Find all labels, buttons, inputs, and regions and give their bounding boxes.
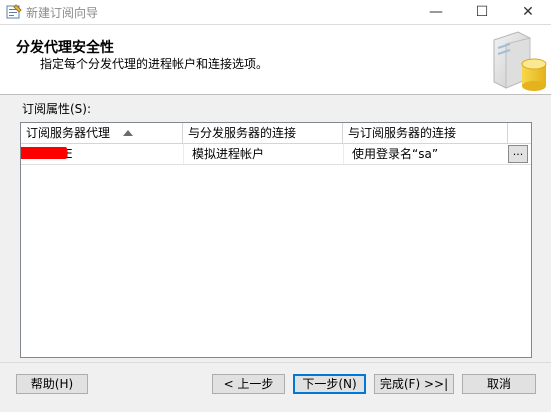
redaction-mark bbox=[21, 147, 67, 159]
title-bar: 新建订阅向导 — ☐ ✕ bbox=[0, 0, 551, 25]
back-button[interactable]: < 上一步 bbox=[212, 374, 285, 394]
cancel-button[interactable]: 取消 bbox=[462, 374, 536, 394]
page-title: 分发代理安全性 bbox=[16, 40, 114, 56]
column-header-subscriber-connection[interactable]: 与订阅服务器的连接 bbox=[343, 123, 508, 143]
subscription-properties-grid[interactable]: 订阅服务器代理 与分发服务器的连接 与订阅服务器的连接 E 模拟进程帐户 使用登… bbox=[20, 122, 532, 358]
next-button[interactable]: 下一步(N) bbox=[293, 374, 366, 394]
window-title: 新建订阅向导 bbox=[26, 6, 99, 20]
column-header-label: 订阅服务器代理 bbox=[26, 126, 111, 140]
cell-subscriber-connection[interactable]: 使用登录名“sa” bbox=[343, 144, 508, 164]
page-subtitle: 指定每个分发代理的进程帐户和连接选项。 bbox=[40, 57, 269, 71]
subscription-properties-label: 订阅属性(S): bbox=[22, 102, 92, 116]
help-button[interactable]: 帮助(H) bbox=[16, 374, 88, 394]
footer-divider bbox=[0, 362, 551, 363]
maximize-button[interactable]: ☐ bbox=[459, 0, 505, 24]
cell-subscriber-agent[interactable]: E bbox=[21, 144, 183, 164]
finish-button[interactable]: 完成(F) >>| bbox=[374, 374, 454, 394]
grid-header-row: 订阅服务器代理 与分发服务器的连接 与订阅服务器的连接 bbox=[21, 123, 531, 144]
close-icon: ✕ bbox=[522, 4, 534, 20]
close-button[interactable]: ✕ bbox=[505, 0, 551, 24]
edit-security-button[interactable]: ... bbox=[508, 145, 528, 163]
wizard-header: 分发代理安全性 指定每个分发代理的进程帐户和连接选项。 bbox=[0, 25, 551, 95]
column-header-distributor-connection[interactable]: 与分发服务器的连接 bbox=[183, 123, 343, 143]
minimize-icon: — bbox=[429, 4, 443, 20]
column-header-label: 与订阅服务器的连接 bbox=[348, 126, 457, 140]
maximize-icon: ☐ bbox=[475, 4, 489, 20]
minimize-button[interactable]: — bbox=[413, 0, 459, 24]
sort-ascending-icon bbox=[123, 130, 133, 136]
column-header-label: 与分发服务器的连接 bbox=[188, 126, 297, 140]
subscriber-connection-text: 使用登录名“sa” bbox=[352, 147, 439, 161]
column-header-subscriber-agent[interactable]: 订阅服务器代理 bbox=[21, 123, 183, 143]
distributor-connection-text: 模拟进程帐户 bbox=[192, 147, 265, 161]
database-server-icon bbox=[488, 30, 548, 92]
wizard-app-icon bbox=[6, 4, 22, 20]
cell-distributor-connection[interactable]: 模拟进程帐户 bbox=[183, 144, 343, 164]
table-row[interactable]: E 模拟进程帐户 使用登录名“sa” ... bbox=[21, 144, 531, 165]
